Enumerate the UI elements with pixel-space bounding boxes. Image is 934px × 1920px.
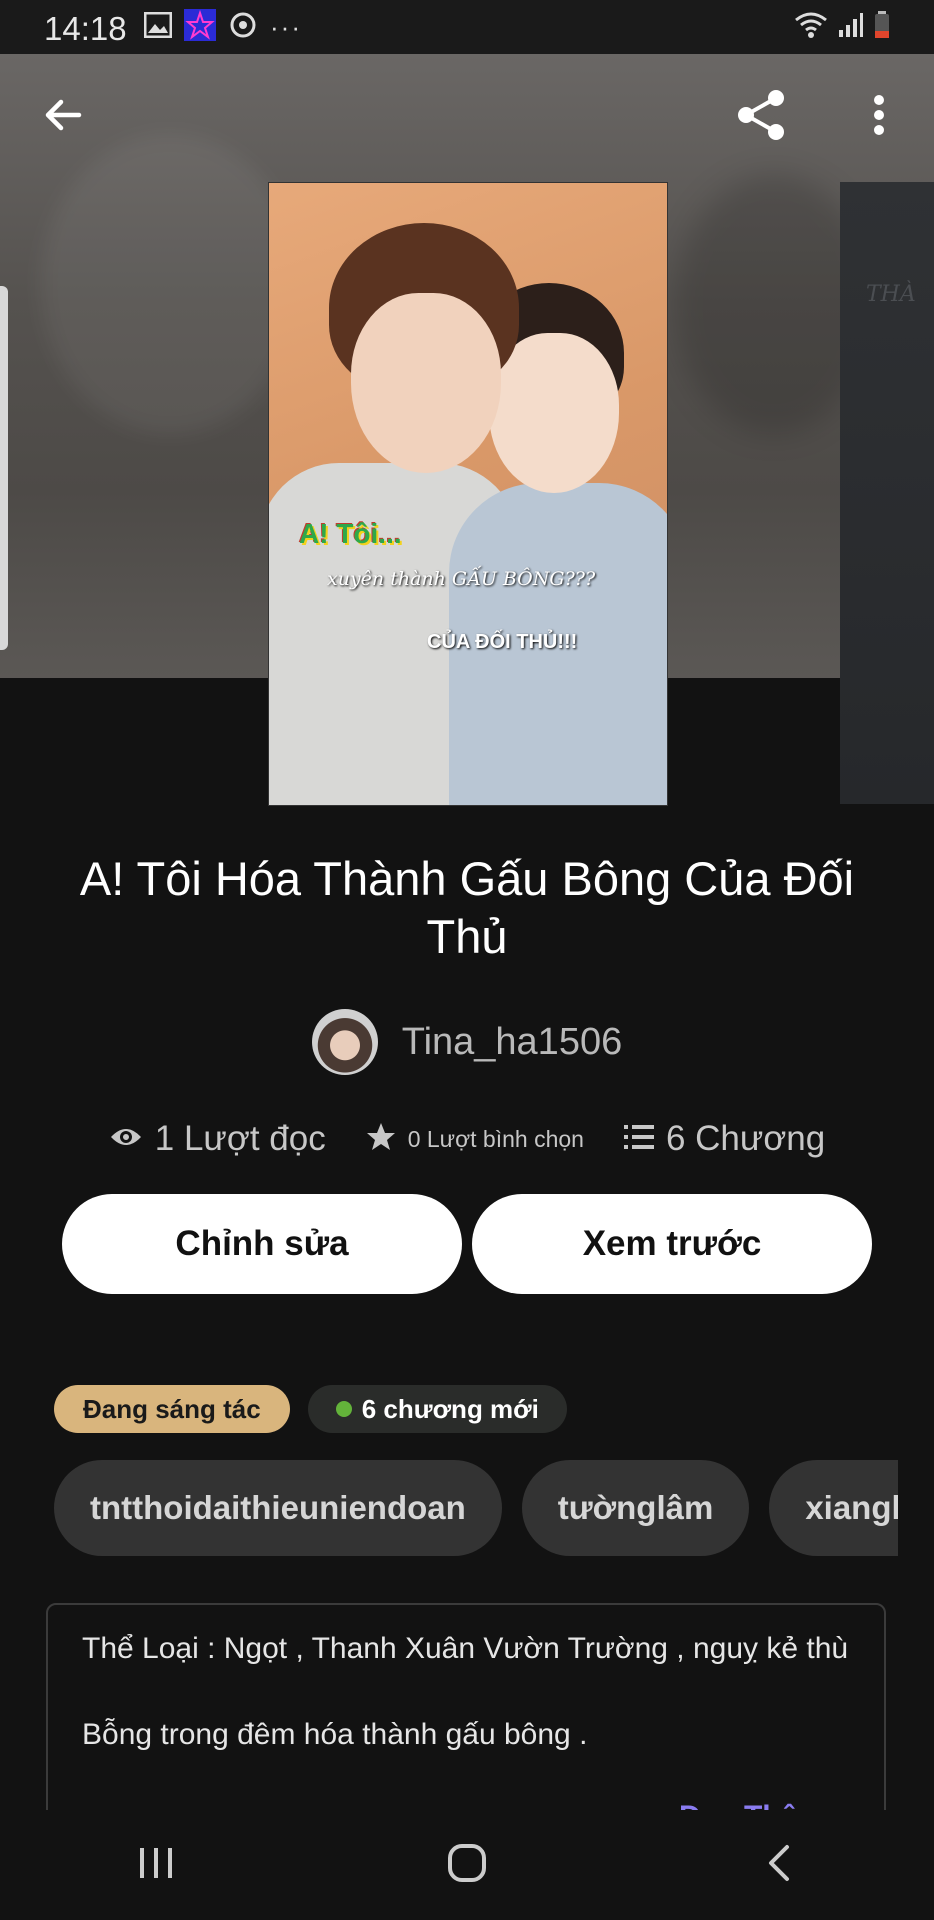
votes-stat: 0 Lượt bình chọn <box>366 1122 584 1157</box>
signal-icon <box>838 12 864 43</box>
back-chevron-icon <box>763 1843 793 1888</box>
story-title: A! Tôi Hóa Thành Gấu Bông Của Đối Thủ <box>79 852 855 963</box>
back-button[interactable] <box>28 82 98 152</box>
recent-apps-button[interactable] <box>96 1820 216 1910</box>
system-nav-bar <box>0 1810 934 1920</box>
system-back-button[interactable] <box>718 1820 838 1910</box>
chapters-stat: 6 Chương <box>623 1119 826 1159</box>
status-icons-right <box>794 10 890 44</box>
reads-stat: 1 Lượt đọc <box>109 1119 326 1159</box>
author-row[interactable]: Tina_ha1506 <box>0 1006 934 1078</box>
tag-chip[interactable]: tntthoidaithieuniendoan <box>54 1460 502 1556</box>
next-book-cover[interactable]: THÀ <box>840 182 934 804</box>
next-cover-text: THÀ <box>866 282 916 307</box>
previous-cover-edge[interactable] <box>0 286 8 650</box>
sync-icon <box>228 10 258 45</box>
status-icons-left: ··· <box>143 8 302 46</box>
new-chapters-label: 6 chương mới <box>361 1393 539 1424</box>
preview-button[interactable]: Xem trước <box>472 1194 872 1294</box>
share-button[interactable] <box>726 82 796 152</box>
green-dot-icon <box>335 1401 352 1417</box>
share-icon <box>732 86 790 149</box>
wifi-icon <box>794 11 828 44</box>
edit-button[interactable]: Chỉnh sửa <box>62 1194 462 1294</box>
tags-row[interactable]: tntthoidaithieuniendoan tườnglâm xiangli… <box>54 1460 898 1556</box>
votes-count: 0 Lượt bình chọn <box>407 1125 584 1152</box>
image-icon <box>143 11 173 43</box>
status-badges: Đang sáng tác 6 chương mới <box>54 1385 567 1433</box>
story-stats: 1 Lượt đọc 0 Lượt bình chọn 6 Chương <box>0 1112 934 1166</box>
status-bar: 14:18 ··· <box>0 0 934 54</box>
star-app-icon <box>184 8 216 46</box>
home-icon <box>447 1843 487 1888</box>
more-dots-icon: ··· <box>270 11 302 42</box>
list-icon <box>623 1124 654 1155</box>
chapters-count: 6 Chương <box>665 1119 826 1158</box>
cover-text-line1: A! Tôi... <box>299 518 402 549</box>
recent-apps-icon <box>138 1846 174 1885</box>
description-summary: Bỗng trong đêm hóa thành gấu bông . <box>82 1718 588 1751</box>
book-cover[interactable]: A! Tôi... xuyên thành GẤU BÔNG??? CỦA ĐỐ… <box>268 182 668 806</box>
description-genre: Thể Loại : Ngọt , Thanh Xuân Vườn Trường… <box>82 1632 849 1665</box>
new-chapters-badge: 6 chương mới <box>307 1385 567 1433</box>
cover-text-line3: CỦA ĐỐI THỦ!!! <box>427 631 578 653</box>
reads-count: 1 Lượt đọc <box>154 1119 326 1158</box>
more-menu-button[interactable] <box>844 82 914 152</box>
avatar[interactable] <box>311 1009 378 1075</box>
tag-chip[interactable]: xianglin <box>769 1460 898 1556</box>
home-button[interactable] <box>407 1820 527 1910</box>
status-time: 14:18 <box>44 10 127 47</box>
star-icon <box>366 1122 396 1157</box>
arrow-left-icon <box>41 93 85 142</box>
eye-icon <box>109 1125 143 1154</box>
cover-text-line2: xuyên thành GẤU BÔNG??? <box>327 568 596 590</box>
status-badge: Đang sáng tác <box>54 1385 290 1433</box>
battery-low-icon <box>874 10 890 44</box>
tag-chip[interactable]: tườnglâm <box>521 1460 750 1556</box>
kebab-menu-icon <box>872 94 886 141</box>
author-name[interactable]: Tina_ha1506 <box>402 1021 622 1064</box>
